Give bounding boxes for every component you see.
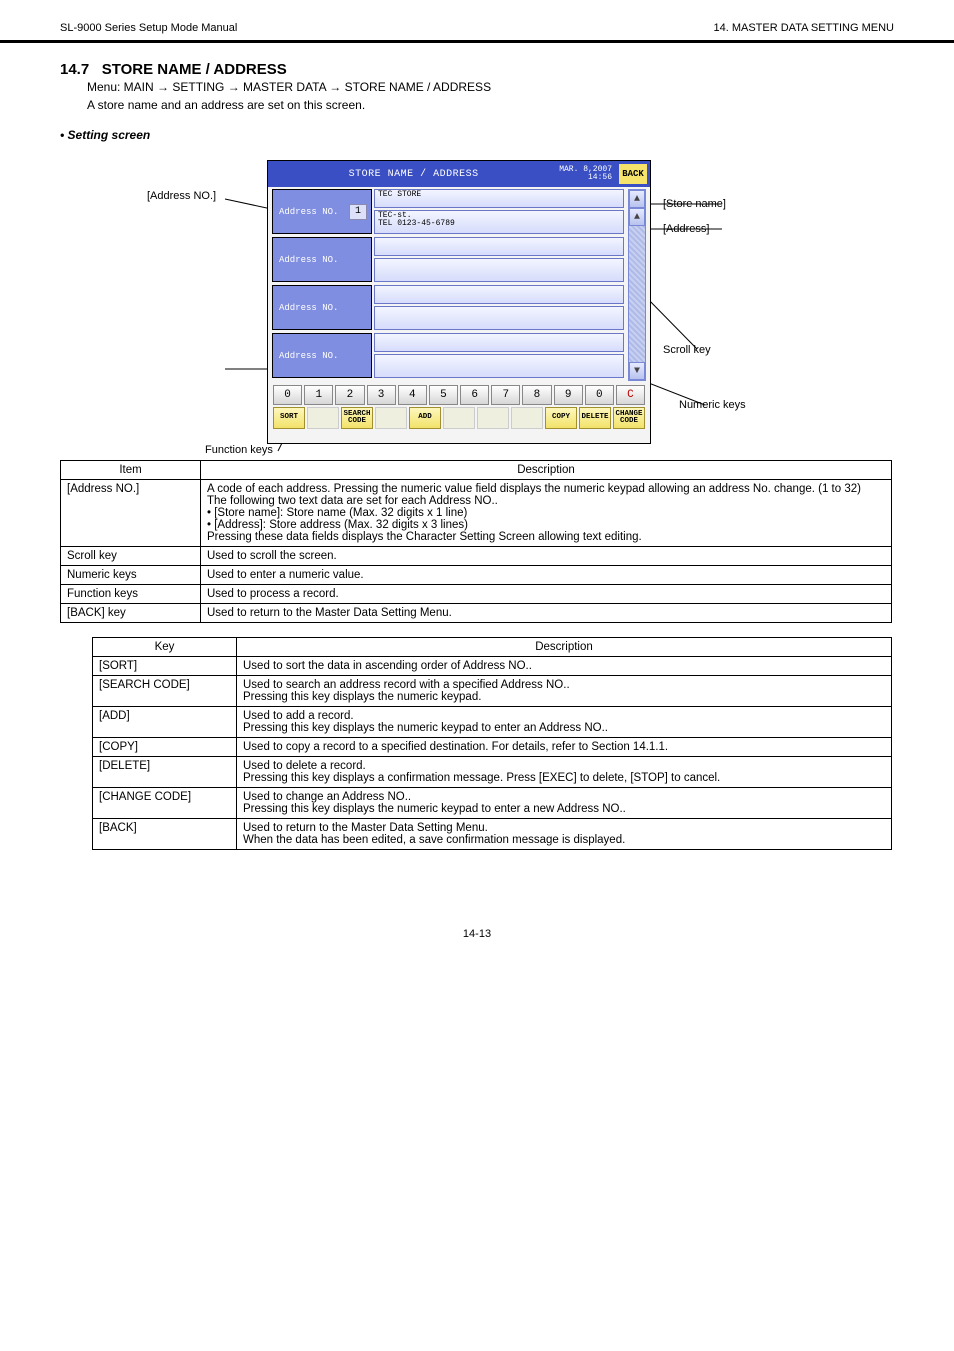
ui-window: STORE NAME / ADDRESS MAR. 8,2007 14:56 B… <box>267 160 651 444</box>
ui-date: MAR. 8,2007 14:56 <box>559 166 616 182</box>
table-row: [CHANGE CODE]Used to change an Address N… <box>93 788 892 819</box>
header-right: 14. MASTER DATA SETTING MENU <box>713 22 894 34</box>
address-field[interactable] <box>374 354 624 378</box>
callout-numeric: Numeric keys <box>679 399 746 411</box>
section-title: 14.7 STORE NAME / ADDRESS <box>0 43 954 80</box>
table-row: Function keysUsed to process a record. <box>61 585 892 604</box>
num-clear[interactable]: C <box>616 385 645 405</box>
keys-table: Key Description [SORT]Used to sort the d… <box>92 637 892 850</box>
table-row: [BACK]Used to return to the Master Data … <box>93 819 892 850</box>
address-no-label[interactable]: Address NO. <box>272 285 372 330</box>
section-title-text: STORE NAME / ADDRESS <box>102 61 287 78</box>
callout-address-no: [Address NO.] <box>147 190 216 202</box>
change-code-button[interactable]: CHANGE CODE <box>613 407 645 429</box>
th-item: Item <box>61 461 201 480</box>
ui-title: STORE NAME / ADDRESS <box>268 169 559 180</box>
search-code-button[interactable]: SEARCH CODE <box>341 407 373 429</box>
fn-blank <box>307 407 339 429</box>
scroll-bar[interactable]: ▲ ▲ ▼ <box>628 189 646 381</box>
address-field[interactable]: TEC-st. TEL 0123-45-6789 <box>374 210 624 234</box>
table-row: [Address NO.]A code of each address. Pre… <box>61 480 892 547</box>
address-field[interactable] <box>374 258 624 282</box>
th-desc: Description <box>201 461 892 480</box>
fn-blank <box>443 407 475 429</box>
num-0b[interactable]: 0 <box>585 385 614 405</box>
address-no-label[interactable]: Address NO. 1 <box>272 189 372 234</box>
store-name-field[interactable] <box>374 237 624 256</box>
table-row: Numeric keysUsed to enter a numeric valu… <box>61 566 892 585</box>
header-left: SL-9000 Series Setup Mode Manual <box>60 22 237 34</box>
num-0[interactable]: 0 <box>273 385 302 405</box>
copy-button[interactable]: COPY <box>545 407 577 429</box>
store-name-field[interactable] <box>374 285 624 304</box>
num-8[interactable]: 8 <box>522 385 551 405</box>
function-keys: SORT SEARCH CODE ADD COPY DELETE CHANGE … <box>268 407 650 433</box>
ui-titlebar: STORE NAME / ADDRESS MAR. 8,2007 14:56 B… <box>268 161 650 187</box>
callout-address: [Address] <box>663 223 709 235</box>
ui-rows: Address NO. 1 TEC STORE TEC-st. TEL 0123… <box>268 187 628 378</box>
callout-function: Function keys <box>205 444 273 456</box>
th-key: Key <box>93 638 237 657</box>
table-row: [DELETE]Used to delete a record. Pressin… <box>93 757 892 788</box>
store-name-field[interactable]: TEC STORE <box>374 189 624 208</box>
items-table: Item Description [Address NO.]A code of … <box>60 460 892 623</box>
delete-button[interactable]: DELETE <box>579 407 611 429</box>
num-9[interactable]: 9 <box>554 385 583 405</box>
scroll-up2-icon[interactable]: ▲ <box>629 208 645 226</box>
fn-blank <box>375 407 407 429</box>
screenshot-area: [Address NO.] [Store name] [Address] Scr… <box>127 154 827 454</box>
store-name-field[interactable] <box>374 333 624 352</box>
address-no-label[interactable]: Address NO. <box>272 333 372 378</box>
add-button[interactable]: ADD <box>409 407 441 429</box>
section-number: 14.7 <box>60 61 89 78</box>
numeric-keys: 0 1 2 3 4 5 6 7 8 9 0 C <box>268 383 650 407</box>
table-row: [BACK] keyUsed to return to the Master D… <box>61 604 892 623</box>
num-2[interactable]: 2 <box>335 385 364 405</box>
callout-scroll: Scroll key <box>663 344 711 356</box>
num-4[interactable]: 4 <box>398 385 427 405</box>
address-no-label[interactable]: Address NO. <box>272 237 372 282</box>
th-desc: Description <box>237 638 892 657</box>
back-button[interactable]: BACK <box>619 164 647 184</box>
page-number: 14-13 <box>0 850 954 960</box>
num-6[interactable]: 6 <box>460 385 489 405</box>
section-desc: A store name and an address are set on t… <box>0 94 954 112</box>
address-field[interactable] <box>374 306 624 330</box>
num-3[interactable]: 3 <box>367 385 396 405</box>
table-row: [COPY]Used to copy a record to a specifi… <box>93 738 892 757</box>
address-no-value[interactable]: 1 <box>349 204 367 220</box>
table-row: Scroll keyUsed to scroll the screen. <box>61 547 892 566</box>
scroll-down-icon[interactable]: ▼ <box>629 362 645 380</box>
fn-blank <box>511 407 543 429</box>
table-row: [ADD]Used to add a record. Pressing this… <box>93 707 892 738</box>
section-breadcrumb: Menu: MAIN → SETTING → MASTER DATA → STO… <box>0 80 954 94</box>
scroll-up-icon[interactable]: ▲ <box>629 190 645 208</box>
num-7[interactable]: 7 <box>491 385 520 405</box>
sort-button[interactable]: SORT <box>273 407 305 429</box>
address-no-text: Address NO. <box>279 207 338 217</box>
table-row: [SEARCH CODE]Used to search an address r… <box>93 676 892 707</box>
setting-screen-label: • Setting screen <box>0 112 954 146</box>
num-5[interactable]: 5 <box>429 385 458 405</box>
num-1[interactable]: 1 <box>304 385 333 405</box>
callout-store-name: [Store name] <box>663 198 726 210</box>
table-row: [SORT]Used to sort the data in ascending… <box>93 657 892 676</box>
page-header: SL-9000 Series Setup Mode Manual 14. MAS… <box>0 0 954 43</box>
fn-blank <box>477 407 509 429</box>
